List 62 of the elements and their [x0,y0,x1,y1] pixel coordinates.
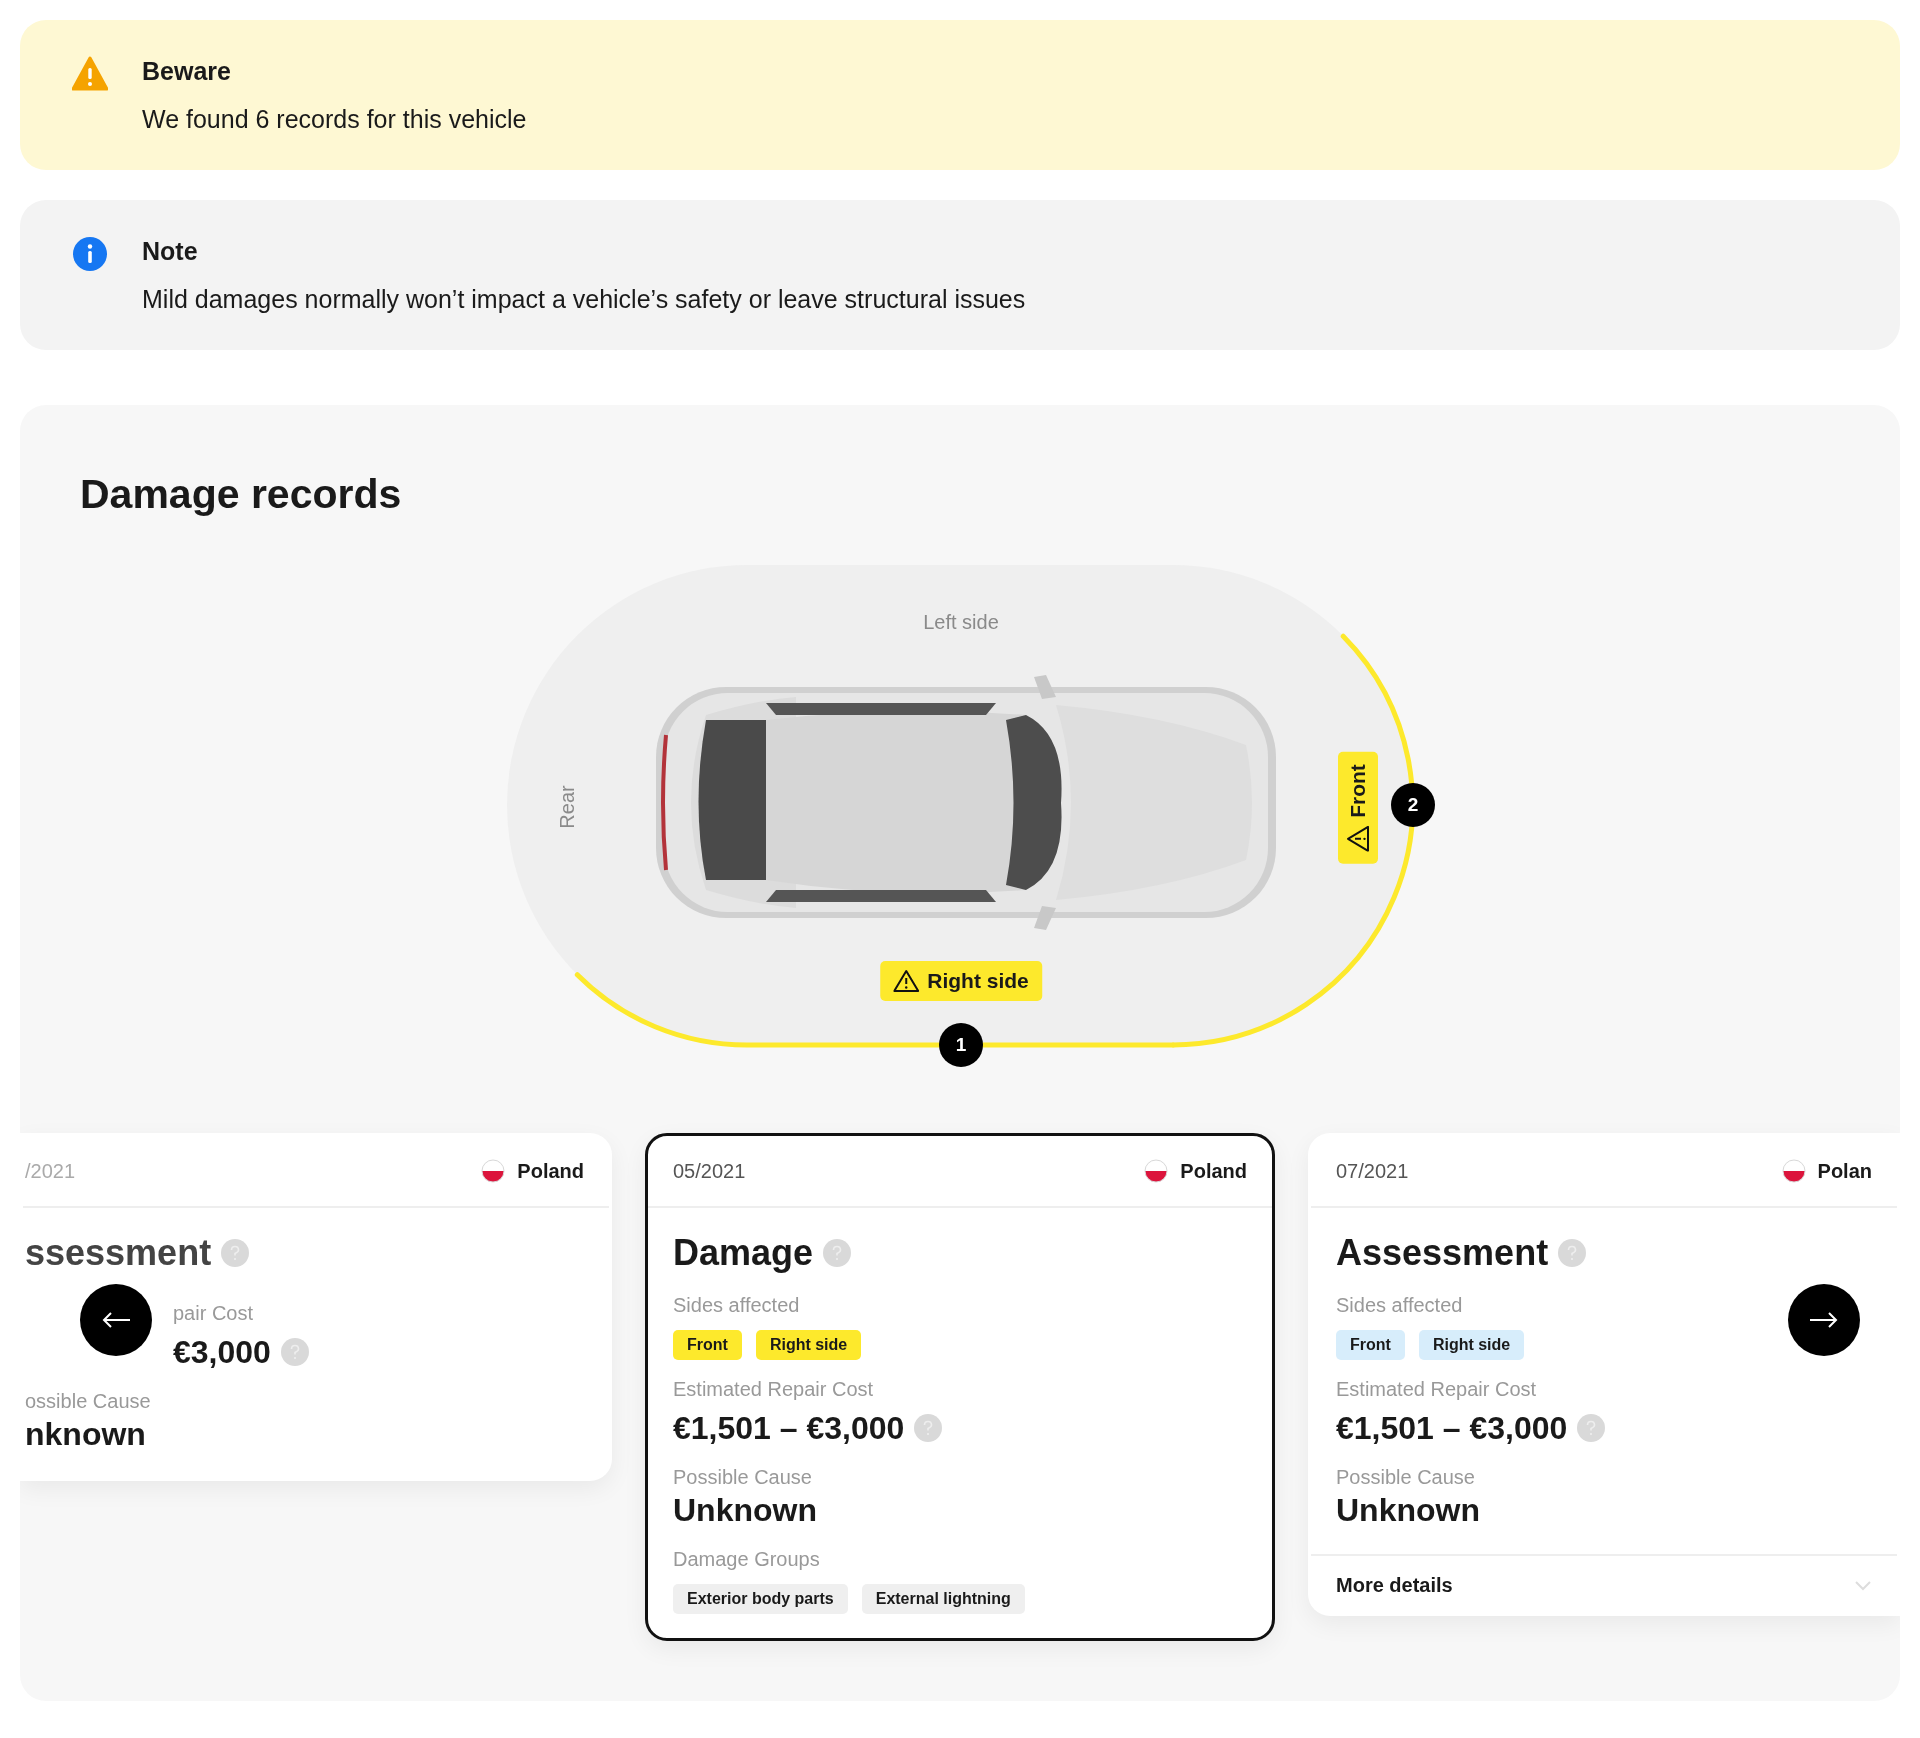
group-tag: External lightning [861,1584,1025,1614]
flag-icon [1781,1159,1806,1183]
alert-message: We found 6 records for this vehicle [142,104,527,134]
number-marker: 1 [939,1023,983,1067]
field-label: ossible Cause [25,1389,152,1414]
record-date: 05/2021 [673,1159,746,1183]
repair-cost: €3,000 [173,1333,271,1372]
cause-value: Unknown [673,1491,818,1530]
field-label: Estimated Repair Cost [673,1377,875,1402]
help-icon [823,1239,852,1267]
arrow-right-icon [1809,1312,1839,1328]
record-card[interactable]: 07/2021 Polan Assessment Sides affected Front Right side Estimated Repair Cost €1,501 – €3,000 Possible Cause Unknown More details [1308,1133,1900,1616]
side-tag: Front [1336,1330,1405,1360]
flag-icon [1144,1159,1169,1183]
alert-title: Note [142,236,199,266]
arrow-left-icon [101,1312,131,1328]
record-date: 07/2021 [1336,1159,1409,1183]
side-label: Rear [555,785,579,829]
flag-icon [481,1159,506,1183]
help-icon [221,1239,250,1267]
group-tag: Exterior body parts [673,1584,848,1614]
more-details-row[interactable]: More details [1311,1554,1897,1613]
record-type: ssessment [25,1231,212,1275]
help-icon [280,1338,309,1366]
side-tag: Front [673,1330,742,1360]
country-name: Poland [517,1159,584,1183]
more-details-label: More details [1336,1574,1453,1597]
alert-message: Mild damages normally won’t impact a vehicle’s safety or leave structural issues [142,284,1026,314]
side-tag: Right side [755,1330,862,1360]
help-icon [1558,1239,1587,1267]
help-icon [1577,1414,1606,1442]
repair-cost: €1,501 – €3,000 [673,1409,905,1448]
warning-icon [72,56,108,92]
help-icon [914,1414,943,1442]
badge-label: Front [1346,764,1370,818]
field-label: Sides affected [673,1293,801,1318]
country-name: Poland [1180,1159,1247,1183]
number-marker: 2 [1391,783,1435,827]
chevron-down-icon [1854,1579,1872,1592]
info-icon [72,236,108,272]
record-date: /2021 [25,1159,76,1183]
section-title: Damage records [80,470,403,519]
repair-cost: €1,501 – €3,000 [1336,1409,1568,1448]
record-type: Assessment [1336,1231,1549,1275]
warning-icon [1346,825,1370,852]
cause-value: nknown [25,1415,147,1454]
field-label: Possible Cause [1336,1465,1476,1490]
field-label: pair Cost [173,1301,255,1326]
field-label: Possible Cause [673,1465,813,1490]
record-card[interactable]: 05/2021 Poland Damage Sides affected Front Right side Estimated Repair Cost €1,501 – €3,000 Possible Cause Unknown Damage Groups Exterior body parts External lightning [645,1133,1275,1641]
field-label: Damage Groups [673,1547,821,1572]
field-label: Estimated Repair Cost [1336,1377,1538,1402]
country-name: Polan [1817,1159,1872,1183]
field-label: Sides affected [1336,1293,1464,1318]
record-type: Damage [673,1231,814,1275]
warning-icon [893,969,920,993]
side-tag: Right side [1418,1330,1525,1360]
record-card[interactable]: /2021 Poland ssessment pair Cost €3,000 ossible Cause nknown [20,1133,612,1481]
alert-title: Beware [142,56,232,86]
badge-label: Right side [927,969,1029,993]
cause-value: Unknown [1336,1491,1481,1530]
side-label: Left side [923,611,999,634]
